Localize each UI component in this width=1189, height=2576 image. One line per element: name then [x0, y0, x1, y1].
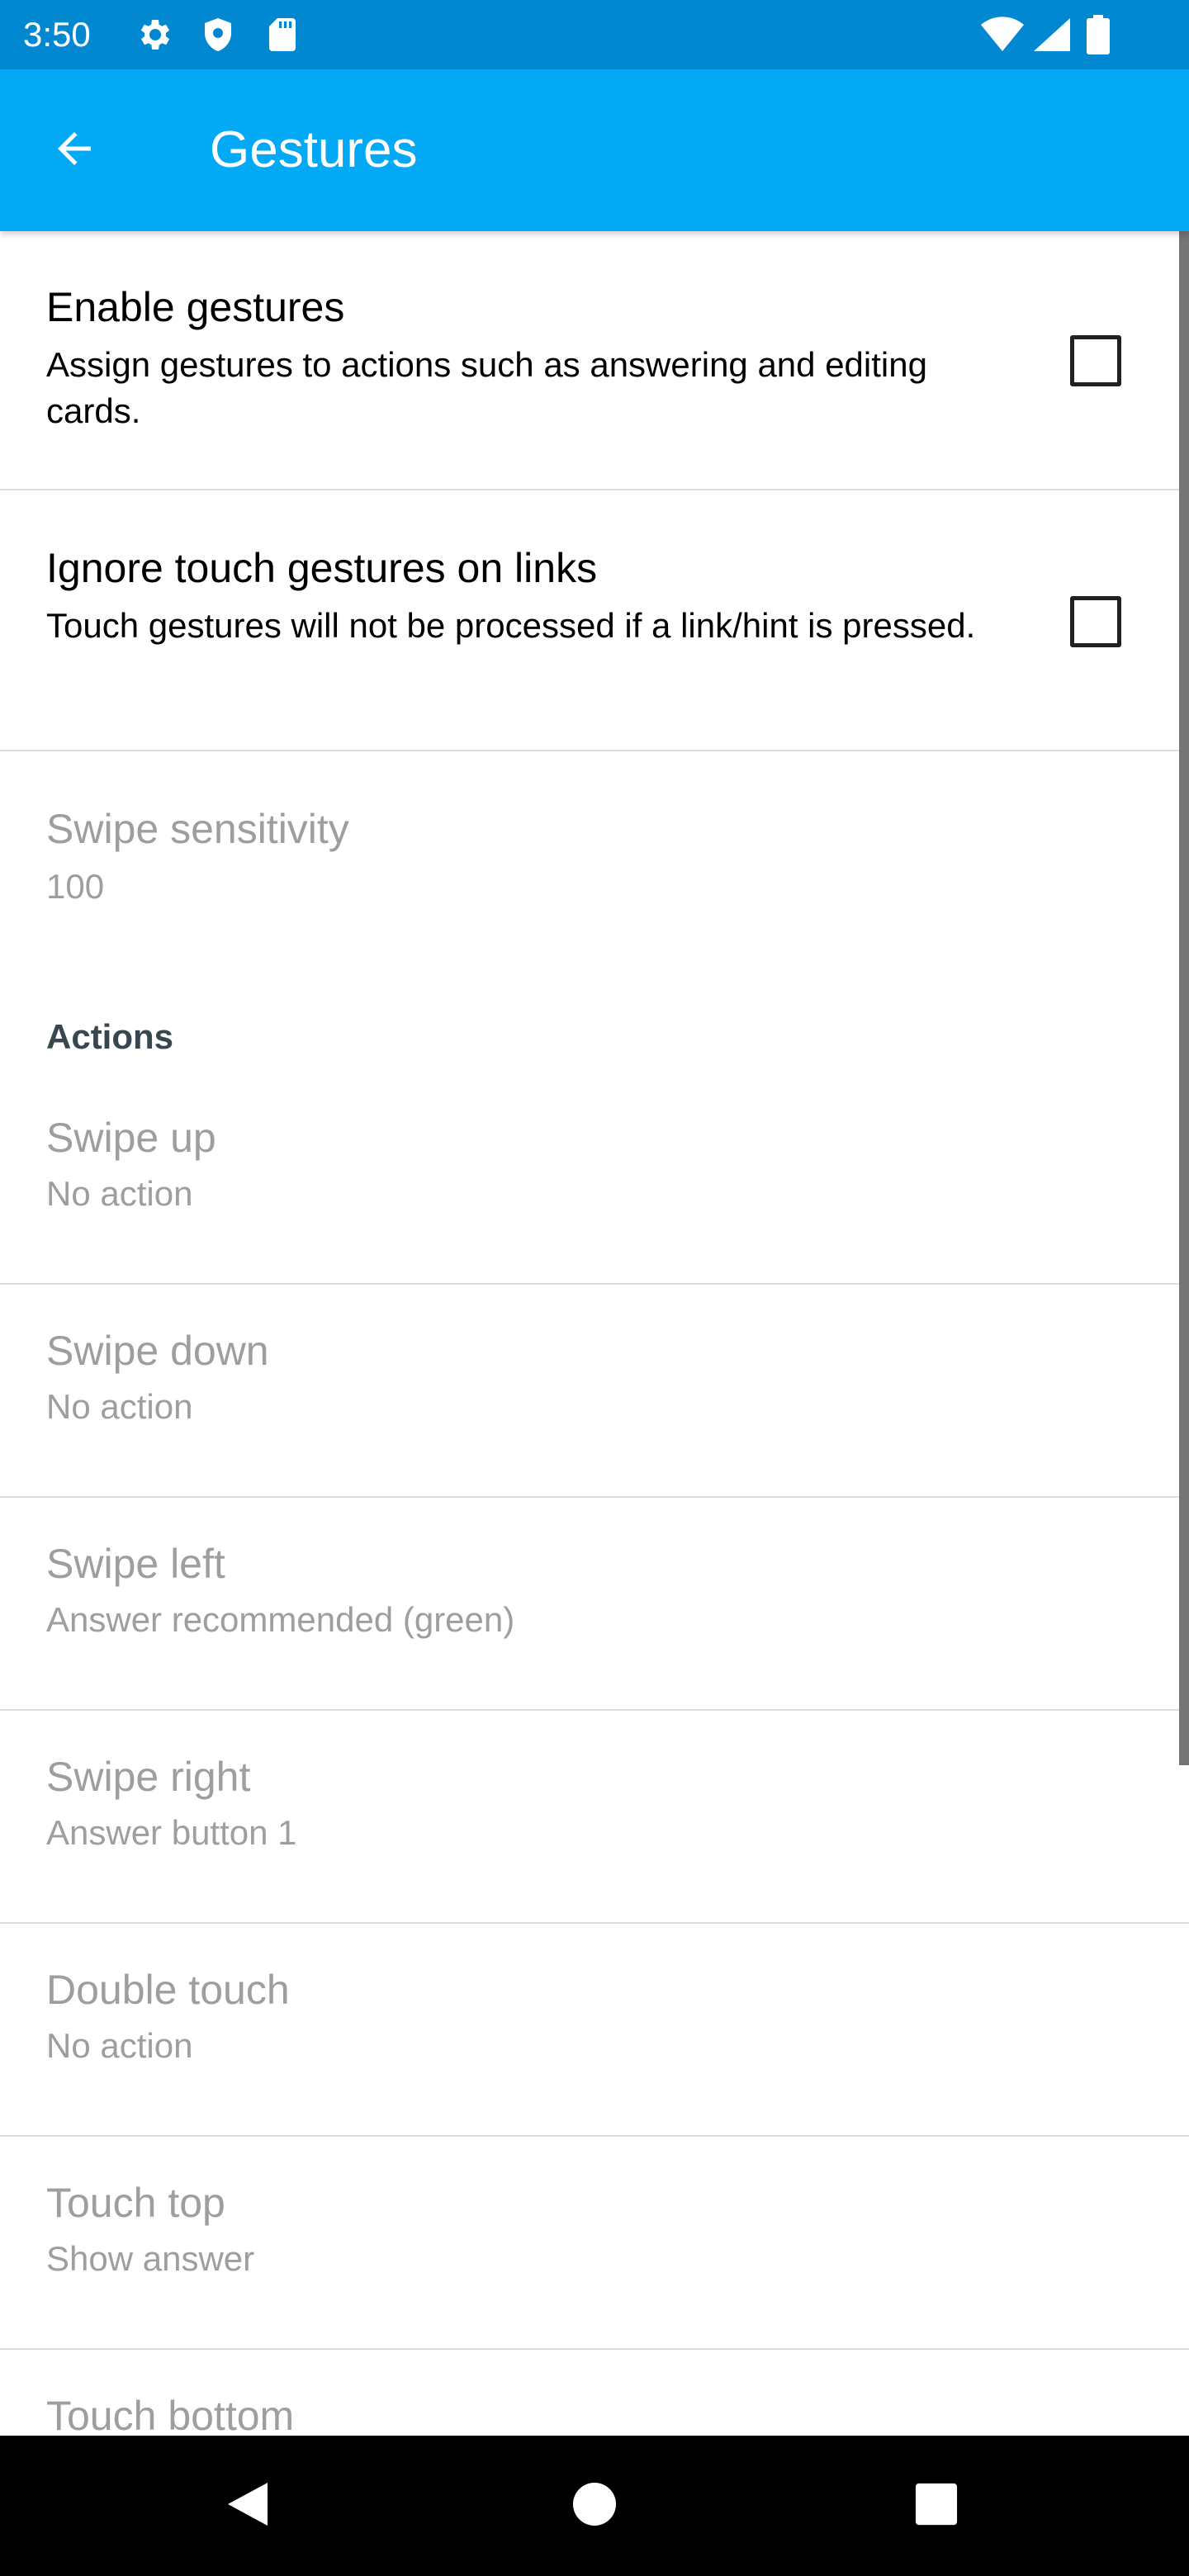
actions-category-header: Actions — [46, 1017, 174, 1056]
action-item-swipe-down: Swipe down No action — [0, 1285, 1189, 1496]
gear-icon — [134, 15, 173, 59]
enable-gestures-checkbox[interactable] — [1070, 335, 1121, 386]
arrow-back-icon — [50, 124, 99, 178]
swipe-sensitivity-value: 100 — [46, 867, 105, 906]
action-item-double-touch: Double touch No action — [0, 1924, 1189, 2135]
action-item-value: Answer recommended (green) — [46, 1600, 515, 1639]
shield-icon — [198, 15, 238, 59]
enable-gestures-preference[interactable]: Enable gestures Assign gestures to actio… — [0, 231, 1189, 489]
action-item-title: Swipe left — [46, 1541, 225, 1587]
nav-back-button[interactable] — [198, 2436, 297, 2576]
action-item-title: Touch top — [46, 2180, 225, 2226]
status-time: 3:50 — [23, 15, 91, 54]
ignore-links-summary: Touch gestures will not be processed if … — [46, 606, 976, 645]
action-item-swipe-left: Swipe left Answer recommended (green) — [0, 1498, 1189, 1709]
navigation-bar — [0, 2436, 1189, 2576]
swipe-sensitivity-title: Swipe sensitivity — [46, 806, 349, 852]
wifi-icon — [981, 15, 1024, 59]
action-item-value: Answer button 1 — [46, 1813, 297, 1852]
action-item-title: Touch bottom — [46, 2393, 295, 2436]
back-triangle-icon — [225, 2481, 271, 2531]
action-item-touch-bottom: Touch bottom — [0, 2350, 1189, 2436]
action-item-swipe-up: Swipe up No action — [0, 1082, 1189, 1283]
battery-icon — [1087, 15, 1110, 59]
scrollbar[interactable] — [1179, 231, 1189, 1765]
nav-recents-button[interactable] — [887, 2436, 986, 2576]
nav-home-button[interactable] — [545, 2436, 644, 2576]
action-item-title: Swipe up — [46, 1115, 216, 1161]
signal-icon — [1032, 15, 1070, 59]
action-item-title: Swipe down — [46, 1328, 269, 1374]
home-circle-icon — [571, 2481, 618, 2531]
enable-gestures-title: Enable gestures — [46, 284, 345, 330]
sd-card-icon — [263, 15, 302, 59]
action-item-title: Swipe right — [46, 1754, 251, 1800]
action-item-value: No action — [46, 2026, 193, 2065]
back-button[interactable] — [40, 116, 109, 185]
ignore-links-preference[interactable]: Ignore touch gestures on links Touch ges… — [0, 490, 1189, 750]
preferences-list: Enable gestures Assign gestures to actio… — [0, 231, 1189, 2436]
page-title: Gestures — [210, 121, 418, 178]
recents-square-icon — [914, 2482, 959, 2531]
ignore-links-title: Ignore touch gestures on links — [46, 545, 598, 591]
app-bar: Gestures — [0, 69, 1189, 231]
action-item-value: Show answer — [46, 2239, 255, 2278]
action-item-swipe-right: Swipe right Answer button 1 — [0, 1711, 1189, 1922]
swipe-sensitivity-preference: Swipe sensitivity 100 — [0, 751, 1189, 916]
action-item-value: No action — [46, 1174, 193, 1213]
ignore-links-checkbox[interactable] — [1070, 596, 1121, 647]
enable-gestures-summary: Assign gestures to actions such as answe… — [46, 345, 927, 430]
action-item-touch-top: Touch top Show answer — [0, 2137, 1189, 2348]
status-bar: 3:50 — [0, 0, 1189, 69]
action-item-title: Double touch — [46, 1967, 290, 2013]
action-item-value: No action — [46, 1387, 193, 1426]
